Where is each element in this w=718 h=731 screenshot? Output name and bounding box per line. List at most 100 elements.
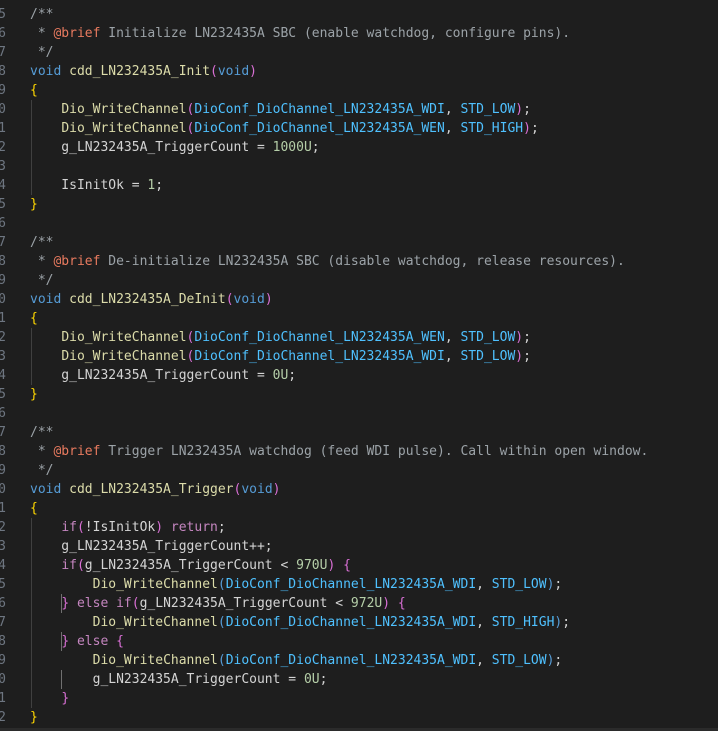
code-line[interactable]: 5} — [0, 195, 718, 214]
line-number: 5 — [0, 387, 6, 402]
code-line[interactable]: 8 void cdd_LN232435A_Init(void) — [0, 62, 718, 81]
code-line[interactable]: 8 } else { — [0, 632, 718, 651]
line-number: 0 — [0, 102, 6, 117]
code-line[interactable]: 1{ — [0, 309, 718, 328]
code-text: g_LN232435A_TriggerCount = 1000U; — [30, 138, 320, 157]
code-token: , — [444, 330, 461, 345]
code-token: ) — [272, 482, 281, 497]
code-token: ) — [249, 64, 257, 79]
line-number: 9 — [0, 273, 6, 288]
code-token: */ — [30, 273, 54, 288]
code-line[interactable]: 0 void cdd_LN232435A_Trigger(void) — [0, 480, 718, 499]
code-token: ( — [217, 615, 226, 630]
code-line[interactable]: 5} — [0, 385, 718, 404]
code-line[interactable]: 6 * @brief Initialize LN232435A SBC (ena… — [0, 24, 718, 43]
code-line[interactable]: 3 — [0, 157, 718, 176]
line-number: 9 — [0, 463, 6, 478]
code-line[interactable]: 3 g_LN232435A_TriggerCount++; — [0, 537, 718, 556]
code-token: /** — [30, 235, 54, 250]
code-text: Dio_WriteChannel(DioConf_DioChannel_LN23… — [30, 100, 531, 119]
code-line[interactable]: 4 if(g_LN232435A_TriggerCount < 970U) { — [0, 556, 718, 575]
code-line[interactable]: 9{ — [0, 81, 718, 100]
code-editor[interactable]: 5 /** 6 * @brief Initialize LN232435A SBC … — [0, 0, 718, 728]
code-line[interactable]: 1 Dio_WriteChannel(DioConf_DioChannel_LN… — [0, 119, 718, 138]
code-token: ; — [523, 102, 531, 117]
code-token: ) — [515, 102, 524, 117]
code-token: 1000U — [272, 140, 312, 155]
code-token: , — [476, 577, 492, 592]
code-line[interactable]: 2 if(!IsInitOk) return; — [0, 518, 718, 537]
code-token: void — [30, 482, 62, 497]
code-text: * @brief Initialize LN232435A SBC (enabl… — [30, 24, 570, 43]
code-text: if(!IsInitOk) return; — [30, 518, 225, 537]
code-token: } — [61, 691, 70, 706]
code-line[interactable]: 3 Dio_WriteChannel(DioConf_DioChannel_LN… — [0, 347, 718, 366]
code-token: DioConf_DioChannel_LN232435A_WDI — [194, 349, 445, 364]
code-line[interactable]: 7 /** — [0, 423, 718, 442]
code-token: ) — [155, 520, 164, 535]
code-token: ( — [76, 558, 85, 573]
code-token: !IsInitOk — [84, 520, 156, 535]
code-line[interactable]: 2 g_LN232435A_TriggerCount = 1000U; — [0, 138, 718, 157]
code-token: ( — [210, 64, 218, 79]
code-line[interactable]: 0 Dio_WriteChannel(DioConf_DioChannel_LN… — [0, 100, 718, 119]
code-line[interactable]: 5 /** — [0, 5, 718, 24]
code-token: 0U — [303, 672, 320, 687]
code-line[interactable]: 6 — [0, 404, 718, 423]
line-number: 3 — [0, 159, 6, 174]
code-token: ( — [76, 520, 85, 535]
indent-guide — [31, 100, 32, 195]
code-token: STD_LOW — [491, 577, 547, 592]
code-token: /** — [30, 7, 54, 22]
code-line[interactable]: 9 */ — [0, 271, 718, 290]
code-line[interactable]: 7 Dio_WriteChannel(DioConf_DioChannel_LN… — [0, 613, 718, 632]
code-token: DioConf_DioChannel_LN232435A_WDI — [194, 102, 445, 117]
code-text: Dio_WriteChannel(DioConf_DioChannel_LN23… — [30, 575, 563, 594]
code-token: if — [116, 596, 132, 611]
code-line[interactable]: 0 void cdd_LN232435A_DeInit(void) — [0, 290, 718, 309]
code-token: } — [61, 596, 70, 611]
line-number: 0 — [0, 672, 6, 687]
code-line[interactable]: 9 */ — [0, 461, 718, 480]
indent-guide — [61, 670, 62, 689]
code-line[interactable]: 1 } — [0, 689, 718, 708]
code-line[interactable]: 8 * @brief Trigger LN232435A watchdog (f… — [0, 442, 718, 461]
code-token: g_LN232435A_TriggerCount++; — [30, 539, 273, 554]
code-line[interactable]: 6 — [0, 214, 718, 233]
code-token: STD_HIGH — [491, 615, 555, 630]
code-token: ; — [530, 121, 539, 136]
code-token: g_LN232435A_TriggerCount = — [30, 672, 304, 687]
code-token: ) — [523, 121, 531, 136]
indent-guide — [61, 632, 62, 651]
code-line[interactable]: 7 */ — [0, 43, 718, 62]
code-token: Initialize LN232435A SBC (enable watchdo… — [100, 26, 571, 41]
line-number: 2 — [0, 710, 6, 725]
line-number: 2 — [0, 140, 6, 155]
code-line[interactable]: 9 Dio_WriteChannel(DioConf_DioChannel_LN… — [0, 651, 718, 670]
code-line[interactable]: 1{ — [0, 499, 718, 518]
code-text: } — [30, 689, 69, 708]
code-line[interactable]: 6 } else if(g_LN232435A_TriggerCount < 9… — [0, 594, 718, 613]
code-token: { — [30, 83, 38, 98]
code-line[interactable]: 4 IsInitOk = 1; — [0, 176, 718, 195]
code-line[interactable]: 2} — [0, 708, 718, 727]
code-line[interactable]: 4 g_LN232435A_TriggerCount = 0U; — [0, 366, 718, 385]
code-text: /** — [30, 423, 53, 442]
code-token: 972U — [350, 596, 383, 611]
code-line[interactable]: 7 /** — [0, 233, 718, 252]
code-line[interactable]: 8 * @brief De-initialize LN232435A SBC (… — [0, 252, 718, 271]
code-line[interactable]: 2 Dio_WriteChannel(DioConf_DioChannel_LN… — [0, 328, 718, 347]
code-token: { — [30, 501, 38, 516]
indent-guide — [31, 328, 32, 385]
code-token: Dio_WriteChannel — [61, 121, 187, 136]
code-line[interactable]: 0 g_LN232435A_TriggerCount = 0U; — [0, 670, 718, 689]
code-text: { — [30, 499, 38, 518]
code-line[interactable]: 5 Dio_WriteChannel(DioConf_DioChannel_LN… — [0, 575, 718, 594]
indent-guide — [31, 518, 32, 708]
code-token: ; — [311, 140, 320, 155]
code-token: @brief — [53, 254, 101, 269]
